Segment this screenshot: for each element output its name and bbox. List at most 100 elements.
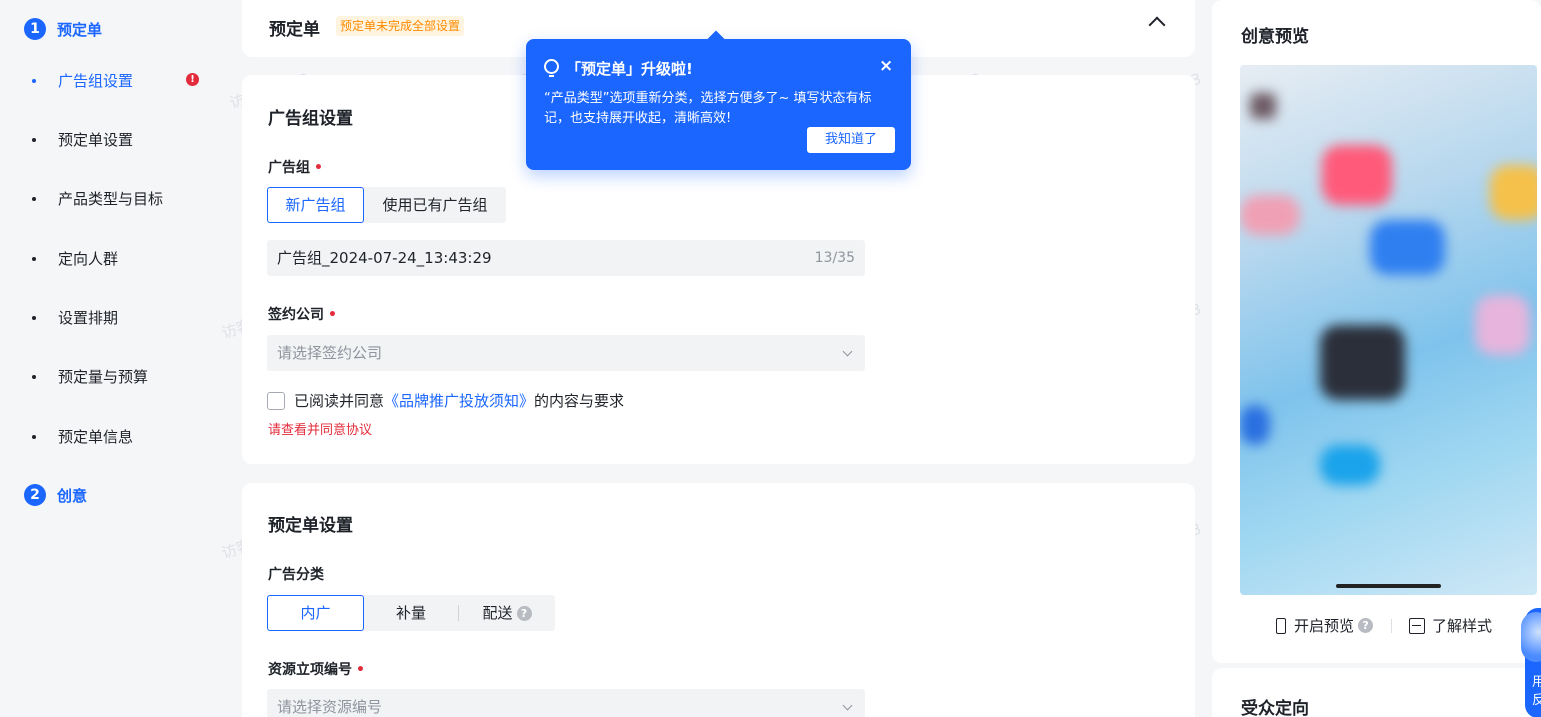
got-it-button[interactable]: 我知道了	[807, 127, 895, 153]
divider	[1391, 618, 1393, 633]
blurred-shape	[1490, 165, 1537, 220]
ad-category-selector: 内广 补量 配送?	[267, 595, 555, 631]
nav-item-order-info[interactable]: 预定单信息	[32, 426, 212, 447]
bullet-dot	[32, 256, 36, 261]
audience-title: 受众定向	[1241, 699, 1309, 717]
floating-label: 用反	[1532, 675, 1541, 708]
preview-title: 创意预览	[1241, 27, 1309, 47]
phone-icon	[1276, 617, 1286, 634]
agreement-error: 请查看并同意协议	[268, 423, 373, 438]
help-icon[interactable]: ?	[1358, 618, 1374, 633]
required-mark: •	[314, 160, 323, 176]
new-adgroup-option[interactable]: 新广告组	[267, 187, 364, 223]
char-counter: 13/35	[814, 250, 855, 266]
nav-item-adgroup-settings[interactable]: 广告组设置	[32, 70, 212, 91]
bullet-dot	[32, 137, 36, 142]
blurred-shape	[1240, 195, 1300, 235]
tooltip-body: “产品类型”选项重新分类，选择方便多了~ 填写状态有标记，也支持展开收起，清晰高…	[544, 91, 872, 126]
agreement-checkbox[interactable]	[267, 391, 285, 410]
required-mark: •	[328, 307, 337, 323]
input-value: 广告组_2024-07-24_13:43:29	[277, 249, 492, 267]
company-label: 签约公司 •	[268, 304, 337, 324]
step-label: 预定单	[57, 20, 103, 39]
learn-style-button[interactable]: 了解样式	[1432, 615, 1492, 636]
bullet-dot	[32, 434, 36, 439]
agreement-link[interactable]: 《品牌推广投放须知》	[384, 390, 534, 411]
field-label-text: 签约公司	[268, 307, 324, 323]
resource-label: 资源立项编号 •	[268, 659, 365, 679]
category-label: 广告分类	[268, 567, 324, 583]
step-navigation: 1 预定单 广告组设置 ! 预定单设置 产品类型与目标 定向人群 设置排期 预定…	[0, 0, 222, 717]
audience-panel: 受众定向	[1212, 668, 1541, 717]
step-number: 1	[24, 18, 46, 40]
close-icon[interactable]: ×	[879, 56, 893, 76]
chevron-down-icon	[842, 700, 853, 711]
open-preview-button[interactable]: 开启预览	[1294, 615, 1354, 636]
section-title: 广告组设置	[268, 109, 353, 129]
upgrade-tooltip: 「预定单」升级啦! × “产品类型”选项重新分类，选择方便多了~ 填写状态有标记…	[526, 39, 911, 170]
section-title: 预定单设置	[268, 516, 353, 536]
preview-actions: 开启预览 ? 了解样式	[1276, 615, 1492, 636]
blurred-shape	[1322, 145, 1392, 205]
tooltip-title: 「预定单」升级啦!	[566, 60, 693, 78]
blurred-shape	[1250, 93, 1276, 119]
bullet-dot	[32, 374, 36, 379]
category-option-supplement[interactable]: 补量	[364, 595, 458, 631]
home-indicator	[1336, 584, 1441, 588]
bullet-dot	[32, 78, 36, 83]
nav-item-volume-budget[interactable]: 预定量与预算	[32, 366, 212, 387]
creative-preview-panel: 创意预览 开启预览 ? 了解样式	[1212, 0, 1541, 663]
adgroup-name-input[interactable]: 广告组_2024-07-24_13:43:29 13/35	[267, 240, 865, 276]
company-select[interactable]: 请选择签约公司	[267, 335, 865, 371]
step-2-creative[interactable]: 2 创意	[24, 484, 87, 506]
nav-item-label: 设置排期	[58, 309, 119, 327]
nav-item-targeting[interactable]: 定向人群	[32, 248, 212, 269]
nav-item-schedule[interactable]: 设置排期	[32, 307, 212, 328]
blurred-shape	[1370, 220, 1445, 275]
bullet-dot	[32, 315, 36, 320]
adgroup-type-selector: 新广告组 使用已有广告组	[267, 187, 506, 223]
lightbulb-icon	[544, 59, 559, 77]
blurred-shape	[1320, 325, 1405, 400]
blurred-shape	[1320, 445, 1380, 485]
category-option-bonus[interactable]: 配送?	[459, 595, 555, 631]
warning-icon: !	[186, 73, 199, 86]
order-settings-card: 预定单设置 广告分类 内广 补量 配送? 资源立项编号 • 请选择资源编号	[242, 483, 1195, 717]
field-label-text: 广告组	[268, 160, 310, 176]
layout-icon	[1409, 617, 1426, 634]
required-mark: •	[356, 662, 365, 678]
chevron-up-icon[interactable]	[1148, 16, 1166, 34]
nav-item-product-type[interactable]: 产品类型与目标	[32, 188, 212, 209]
nav-item-label: 广告组设置	[58, 72, 134, 90]
nav-item-label: 产品类型与目标	[58, 190, 164, 208]
existing-adgroup-option[interactable]: 使用已有广告组	[364, 187, 506, 223]
blurred-shape	[1240, 405, 1270, 445]
page-title: 预定单	[269, 20, 320, 40]
assistant-avatar-icon	[1521, 612, 1541, 662]
help-icon[interactable]: ?	[516, 606, 532, 621]
option-label: 配送	[482, 604, 513, 622]
step-number: 2	[24, 484, 46, 506]
nav-item-label: 预定量与预算	[58, 368, 149, 386]
preview-image	[1240, 65, 1537, 595]
floating-feedback-button[interactable]: 用反	[1521, 608, 1541, 717]
nav-item-label: 定向人群	[58, 250, 119, 268]
nav-item-order-settings[interactable]: 预定单设置	[32, 129, 212, 150]
nav-item-label: 预定单设置	[58, 131, 134, 149]
agreement-row: 已阅读并同意 《品牌推广投放须知》 的内容与要求	[267, 390, 624, 411]
resource-select[interactable]: 请选择资源编号	[267, 689, 865, 717]
step-label: 创意	[57, 486, 88, 505]
step-1-order[interactable]: 1 预定单	[24, 18, 102, 40]
chevron-down-icon	[842, 346, 853, 357]
bullet-dot	[32, 196, 36, 201]
blurred-shape	[1475, 295, 1530, 355]
agreement-prefix: 已阅读并同意	[294, 392, 385, 410]
nav-item-label: 预定单信息	[58, 428, 134, 446]
field-label-text: 资源立项编号	[268, 662, 352, 678]
select-placeholder: 请选择签约公司	[277, 344, 383, 362]
category-option-internal[interactable]: 内广	[267, 595, 364, 631]
adgroup-label: 广告组 •	[268, 157, 323, 177]
status-badge: 预定单未完成全部设置	[336, 16, 465, 36]
select-placeholder: 请选择资源编号	[277, 698, 383, 716]
agreement-suffix: 的内容与要求	[534, 392, 625, 410]
